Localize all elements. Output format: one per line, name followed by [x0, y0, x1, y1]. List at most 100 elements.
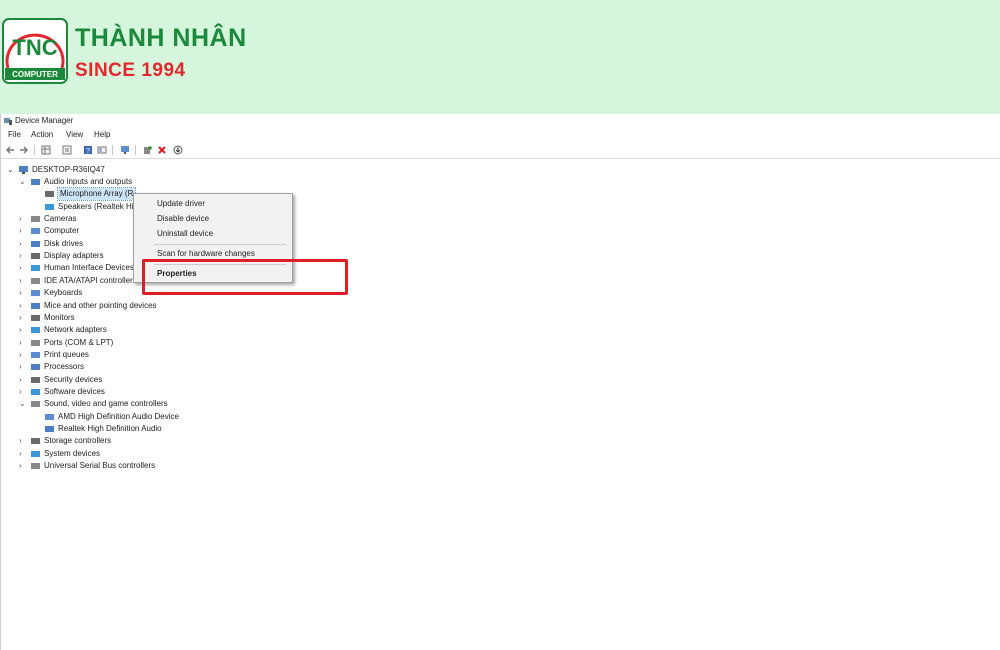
computer-icon: [19, 166, 28, 174]
tree-item-label: Security devices: [44, 374, 103, 384]
properties-grid-icon[interactable]: [41, 145, 51, 155]
network-icon: [31, 327, 40, 334]
toolbar-separator: [112, 145, 113, 155]
logo-sub: COMPUTER: [12, 70, 58, 79]
tree-item-label: AMD High Definition Audio Device: [58, 411, 179, 421]
chevron-right-icon[interactable]: ›: [19, 349, 27, 361]
toolbar-separator: [34, 145, 35, 155]
tree-item-label: Speakers (Realtek Hig: [58, 201, 139, 211]
window-title: Device Manager: [15, 116, 74, 125]
microphone-icon: [45, 191, 54, 198]
chevron-right-icon[interactable]: ›: [19, 374, 27, 386]
monitor-icon[interactable]: [120, 145, 130, 155]
title-bar: Device Manager: [1, 114, 1000, 128]
menu-item-disable-device[interactable]: Disable device: [157, 214, 209, 223]
chevron-right-icon[interactable]: ›: [19, 448, 27, 460]
menu-file[interactable]: File: [8, 130, 21, 139]
menu-item-update-driver[interactable]: Update driver: [157, 199, 205, 208]
keyboard-icon: [31, 290, 40, 297]
tree-item-label: IDE ATA/ATAPI controllers: [44, 275, 137, 285]
camera-icon: [31, 216, 40, 222]
tree-item-label: Storage controllers: [44, 436, 112, 446]
chevron-right-icon[interactable]: ›: [19, 213, 27, 225]
menu-help[interactable]: Help: [94, 130, 110, 139]
uninstall-icon[interactable]: [157, 145, 167, 155]
device-manager-window: Device Manager File Action View Help ? ⌄…: [0, 114, 1000, 650]
usb-icon: [31, 463, 40, 470]
brand-tagline: SINCE 1994: [75, 60, 186, 81]
processor-icon: [31, 364, 40, 371]
software-icon: [31, 388, 40, 395]
chevron-right-icon[interactable]: ›: [19, 275, 27, 287]
menu-item-scan-hardware[interactable]: Scan for hardware changes: [157, 249, 255, 258]
chevron-right-icon[interactable]: ›: [19, 312, 27, 324]
system-icon: [31, 450, 40, 457]
tree-item-label: Processors: [44, 362, 85, 372]
forward-icon[interactable]: [19, 145, 29, 155]
chevron-right-icon[interactable]: ›: [19, 460, 27, 472]
add-driver-icon[interactable]: [143, 145, 153, 155]
toolbar-separator: [135, 145, 136, 155]
chevron-right-icon[interactable]: ›: [19, 386, 27, 398]
tree-item-label: Software devices: [44, 386, 105, 396]
chevron-down-icon[interactable]: ⌄: [7, 164, 15, 176]
chevron-right-icon[interactable]: ›: [19, 300, 27, 312]
show-panel-icon[interactable]: [97, 145, 107, 155]
ide-icon: [31, 277, 40, 284]
hid-icon: [31, 265, 40, 272]
menu-action[interactable]: Action: [31, 130, 53, 139]
storage-icon: [31, 438, 40, 445]
chevron-right-icon[interactable]: ›: [19, 225, 27, 237]
chevron-right-icon[interactable]: ›: [19, 262, 27, 274]
download-icon[interactable]: [173, 145, 183, 155]
toolbar: ?: [1, 142, 1000, 159]
chevron-down-icon[interactable]: ⌄: [19, 398, 27, 410]
tnc-logo-icon: TNC COMPUTER: [2, 18, 68, 84]
mouse-icon: [31, 302, 40, 309]
tree-item-label: Sound, video and game controllers: [44, 399, 168, 409]
back-icon[interactable]: [5, 145, 15, 155]
svg-text:?: ?: [86, 148, 90, 155]
chevron-right-icon[interactable]: ›: [19, 435, 27, 447]
speaker-icon: [31, 401, 40, 408]
tree-item-label: Monitors: [44, 312, 75, 322]
speaker-icon: [45, 203, 54, 210]
speaker-icon: [45, 426, 54, 432]
chevron-right-icon[interactable]: ›: [19, 361, 27, 373]
tree-item-label: Realtek High Definition Audio: [58, 424, 162, 433]
tree-item-label: Disk drives: [44, 238, 84, 248]
chevron-right-icon[interactable]: ›: [19, 250, 27, 262]
properties-highlight-box: [142, 259, 348, 295]
tree-item-label: Microphone Array (R: [56, 187, 137, 202]
tree-item-label: Computer: [44, 226, 80, 236]
port-icon: [31, 339, 40, 346]
chevron-down-icon[interactable]: ⌄: [19, 176, 27, 188]
update-list-icon[interactable]: [62, 145, 72, 155]
speaker-icon: [45, 413, 54, 420]
disk-icon: [31, 240, 40, 247]
chevron-right-icon[interactable]: ›: [19, 287, 27, 299]
chevron-right-icon[interactable]: ›: [19, 337, 27, 349]
tree-item-label: Ports (COM & LPT): [44, 337, 114, 347]
root-label: DESKTOP-R36IQ47: [32, 165, 105, 174]
help-icon[interactable]: ?: [83, 145, 93, 155]
tree-item-label: Cameras: [44, 214, 77, 223]
tree-item-label: Keyboards: [44, 288, 83, 298]
menu-item-uninstall-device[interactable]: Uninstall device: [157, 229, 213, 238]
chevron-right-icon[interactable]: ›: [19, 324, 27, 336]
tree-item-label: System devices: [44, 448, 101, 458]
tree-item-label: Network adapters: [44, 325, 107, 335]
brand-name: THÀNH NHÂN: [75, 24, 247, 52]
security-icon: [31, 376, 40, 383]
tree-item-label: Mice and other pointing devices: [44, 300, 157, 310]
monitor-icon: [31, 314, 40, 321]
tree-item-label: Audio inputs and outputs: [44, 177, 133, 186]
device-manager-icon: [4, 118, 12, 125]
printer-icon: [31, 351, 40, 358]
tree-item-label: Universal Serial Bus controllers: [44, 461, 156, 471]
menu-separator: [154, 244, 286, 245]
tree-item-label: Display adapters: [44, 251, 104, 261]
chevron-right-icon[interactable]: ›: [19, 238, 27, 250]
menu-bar: File Action View Help: [1, 128, 1000, 141]
menu-view[interactable]: View: [66, 130, 83, 139]
